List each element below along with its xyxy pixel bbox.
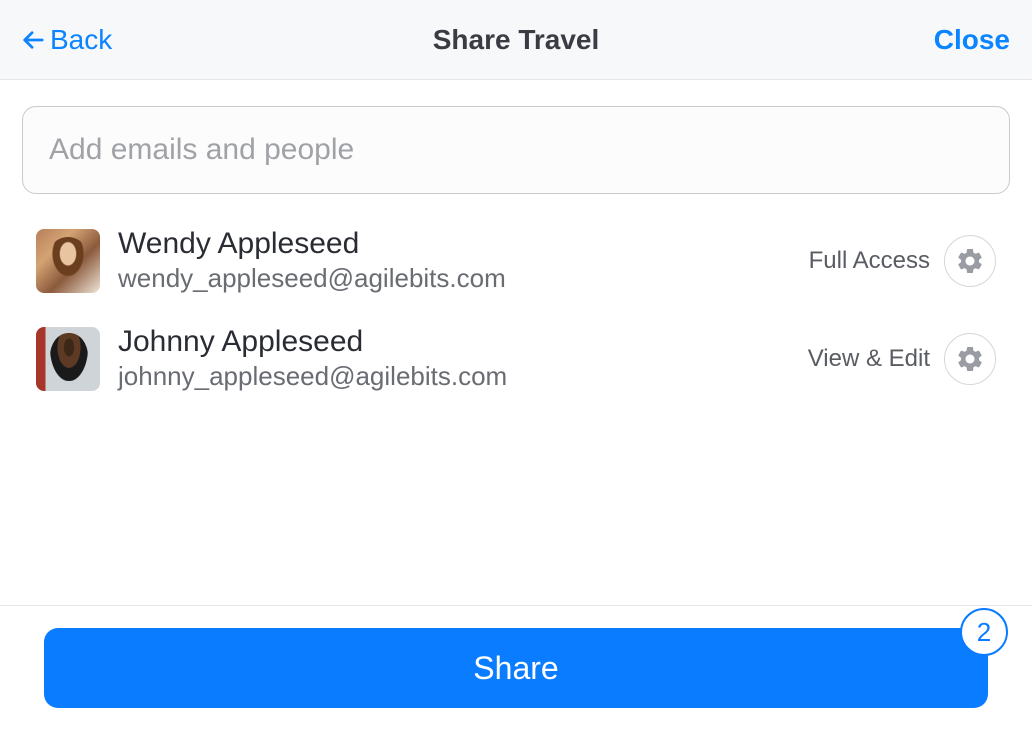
gear-icon [955, 344, 985, 374]
permission-label: View & Edit [808, 345, 930, 373]
arrow-left-icon [22, 29, 44, 51]
share-button[interactable]: Share 2 [44, 628, 988, 708]
permission-settings-button[interactable] [944, 333, 996, 385]
person-row: Johnny Appleseed johnny_appleseed@agileb… [36, 324, 996, 394]
back-label: Back [50, 24, 112, 56]
person-email: johnny_appleseed@agilebits.com [118, 360, 808, 394]
modal-header: Back Share Travel Close [0, 0, 1032, 80]
share-count-badge: 2 [960, 608, 1008, 656]
person-email: wendy_appleseed@agilebits.com [118, 262, 809, 296]
person-row: Wendy Appleseed wendy_appleseed@agilebit… [36, 226, 996, 296]
close-button[interactable]: Close [934, 24, 1010, 56]
permission-settings-button[interactable] [944, 235, 996, 287]
gear-icon [955, 246, 985, 276]
back-button[interactable]: Back [22, 24, 112, 56]
content-area: Wendy Appleseed wendy_appleseed@agilebit… [0, 80, 1032, 394]
modal-footer: Share 2 [0, 605, 1032, 736]
person-info: Johnny Appleseed johnny_appleseed@agileb… [118, 324, 808, 394]
person-info: Wendy Appleseed wendy_appleseed@agilebit… [118, 226, 809, 296]
person-controls: View & Edit [808, 333, 996, 385]
avatar [36, 327, 100, 391]
avatar [36, 229, 100, 293]
permission-label: Full Access [809, 247, 930, 275]
person-name: Johnny Appleseed [118, 324, 808, 360]
person-name: Wendy Appleseed [118, 226, 809, 262]
share-button-label: Share [473, 650, 558, 686]
people-list: Wendy Appleseed wendy_appleseed@agilebit… [22, 226, 1010, 394]
person-controls: Full Access [809, 235, 996, 287]
add-people-input[interactable] [22, 106, 1010, 194]
page-title: Share Travel [433, 24, 600, 56]
